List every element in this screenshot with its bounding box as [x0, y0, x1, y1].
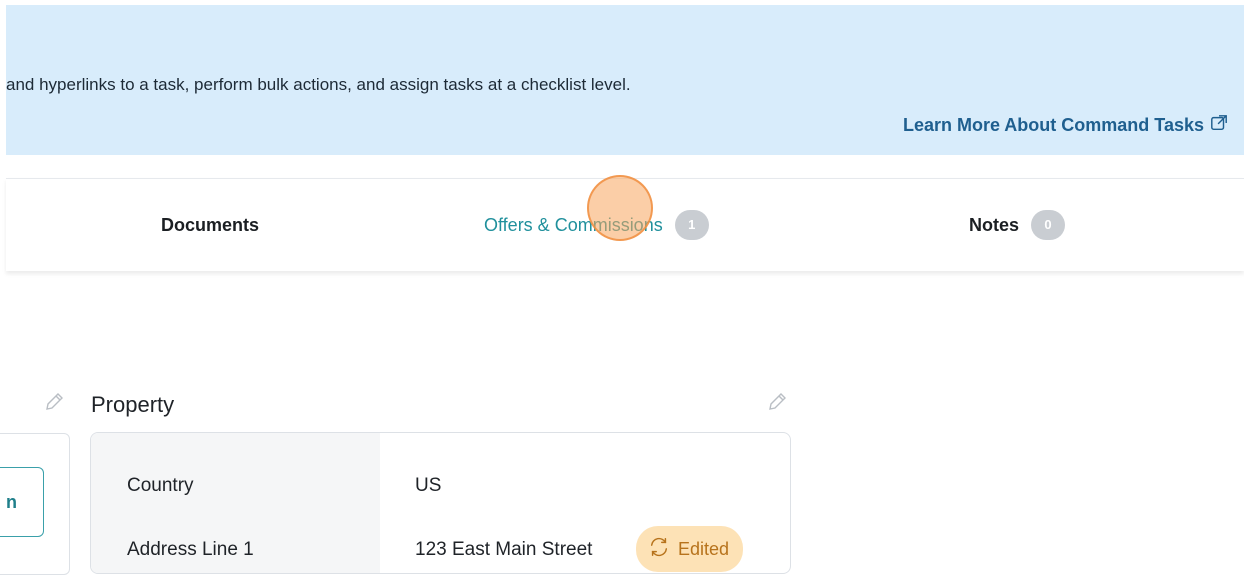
left-card-button[interactable]: n [0, 467, 44, 537]
banner-text: and hyperlinks to a task, perform bulk a… [6, 75, 631, 94]
edit-property-pencil-icon[interactable] [766, 391, 788, 413]
property-title: Property [91, 392, 175, 417]
edited-badge: Edited [636, 526, 744, 572]
edited-badge-label: Edited [678, 538, 730, 559]
property-card: Country US Address Line 1 123 East Main … [90, 432, 791, 574]
edit-pencil-icon[interactable] [43, 391, 65, 413]
tab-documents[interactable]: Documents [161, 179, 259, 271]
property-country-value: US [415, 475, 442, 496]
info-banner: and hyperlinks to a task, perform bulk a… [6, 5, 1244, 155]
property-country-label: Country [127, 475, 194, 496]
click-indicator [587, 175, 653, 241]
offers-count-badge: 1 [674, 210, 709, 240]
refresh-icon [648, 536, 670, 563]
tab-notes-label: Notes [969, 214, 1020, 235]
tab-notes[interactable]: Notes 0 [969, 179, 1066, 271]
tab-documents-label: Documents [161, 214, 260, 235]
left-card-button-label: n [6, 491, 17, 512]
notes-count-badge: 0 [1031, 210, 1066, 240]
learn-more-link[interactable]: Learn More About Command Tasks [903, 114, 1228, 137]
learn-more-label: Learn More About Command Tasks [902, 115, 1204, 135]
external-link-icon [1210, 114, 1228, 137]
